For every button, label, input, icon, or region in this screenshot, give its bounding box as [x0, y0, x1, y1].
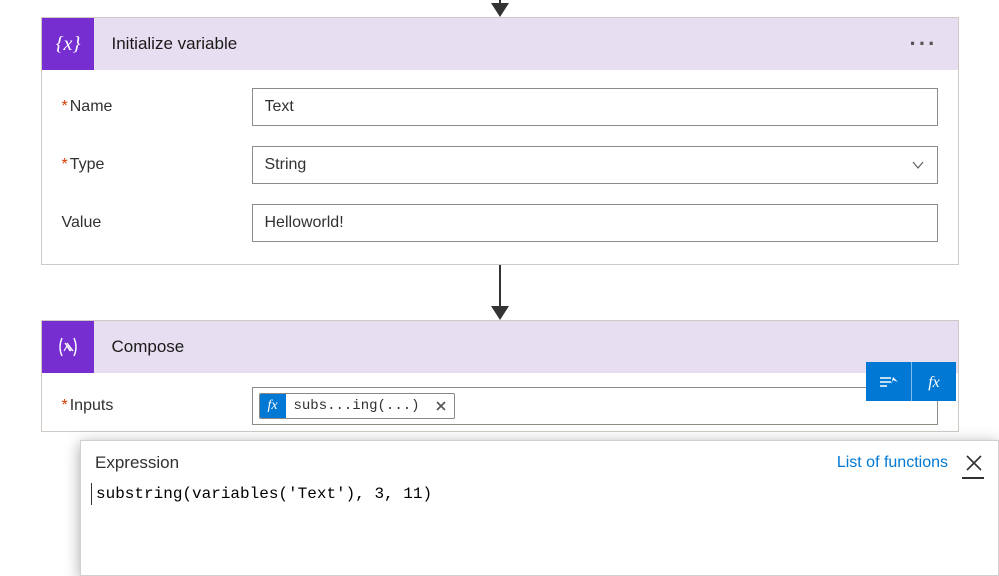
type-label: *Type: [62, 156, 252, 174]
action-card-initialize-variable: {x} Initialize variable ··· *Name *Type …: [41, 17, 959, 265]
card-header[interactable]: {x} Initialize variable ···: [42, 18, 958, 70]
expression-button[interactable]: fx: [911, 362, 956, 401]
flow-connector-top: [40, 0, 959, 17]
chevron-down-icon: [911, 158, 925, 172]
expression-panel-title: Expression: [95, 453, 837, 473]
variable-icon: {x}: [42, 18, 94, 70]
dynamic-content-button[interactable]: [866, 362, 911, 401]
card-title: Compose: [112, 337, 958, 357]
name-input[interactable]: [252, 88, 938, 126]
name-label: *Name: [62, 98, 252, 116]
close-icon[interactable]: [964, 453, 984, 473]
expression-input[interactable]: [91, 483, 984, 505]
more-options-button[interactable]: ···: [890, 31, 958, 57]
list-of-functions-link[interactable]: List of functions: [837, 454, 948, 472]
svg-text:{x}: {x}: [55, 33, 80, 55]
compose-icon: [42, 321, 94, 373]
fx-icon: fx: [260, 393, 286, 419]
action-card-compose: Compose fx *Inputs: [41, 320, 959, 432]
svg-text:fx: fx: [928, 374, 940, 391]
token-remove-icon[interactable]: [428, 399, 454, 413]
value-input[interactable]: [252, 204, 938, 242]
inputs-field[interactable]: fx subs...ing(...): [252, 387, 938, 425]
token-label: subs...ing(...): [286, 398, 428, 414]
card-title: Initialize variable: [112, 34, 890, 54]
expression-token[interactable]: fx subs...ing(...): [259, 393, 455, 419]
card-header[interactable]: Compose fx: [42, 321, 958, 373]
dynamic-content-toolbar: fx: [866, 362, 956, 401]
inputs-label: *Inputs: [62, 397, 252, 415]
expression-panel: Expression List of functions: [80, 440, 999, 576]
flow-connector-middle: [40, 265, 959, 320]
value-label: Value: [62, 214, 252, 232]
type-select-value: String: [265, 156, 307, 174]
type-select[interactable]: String: [252, 146, 938, 184]
